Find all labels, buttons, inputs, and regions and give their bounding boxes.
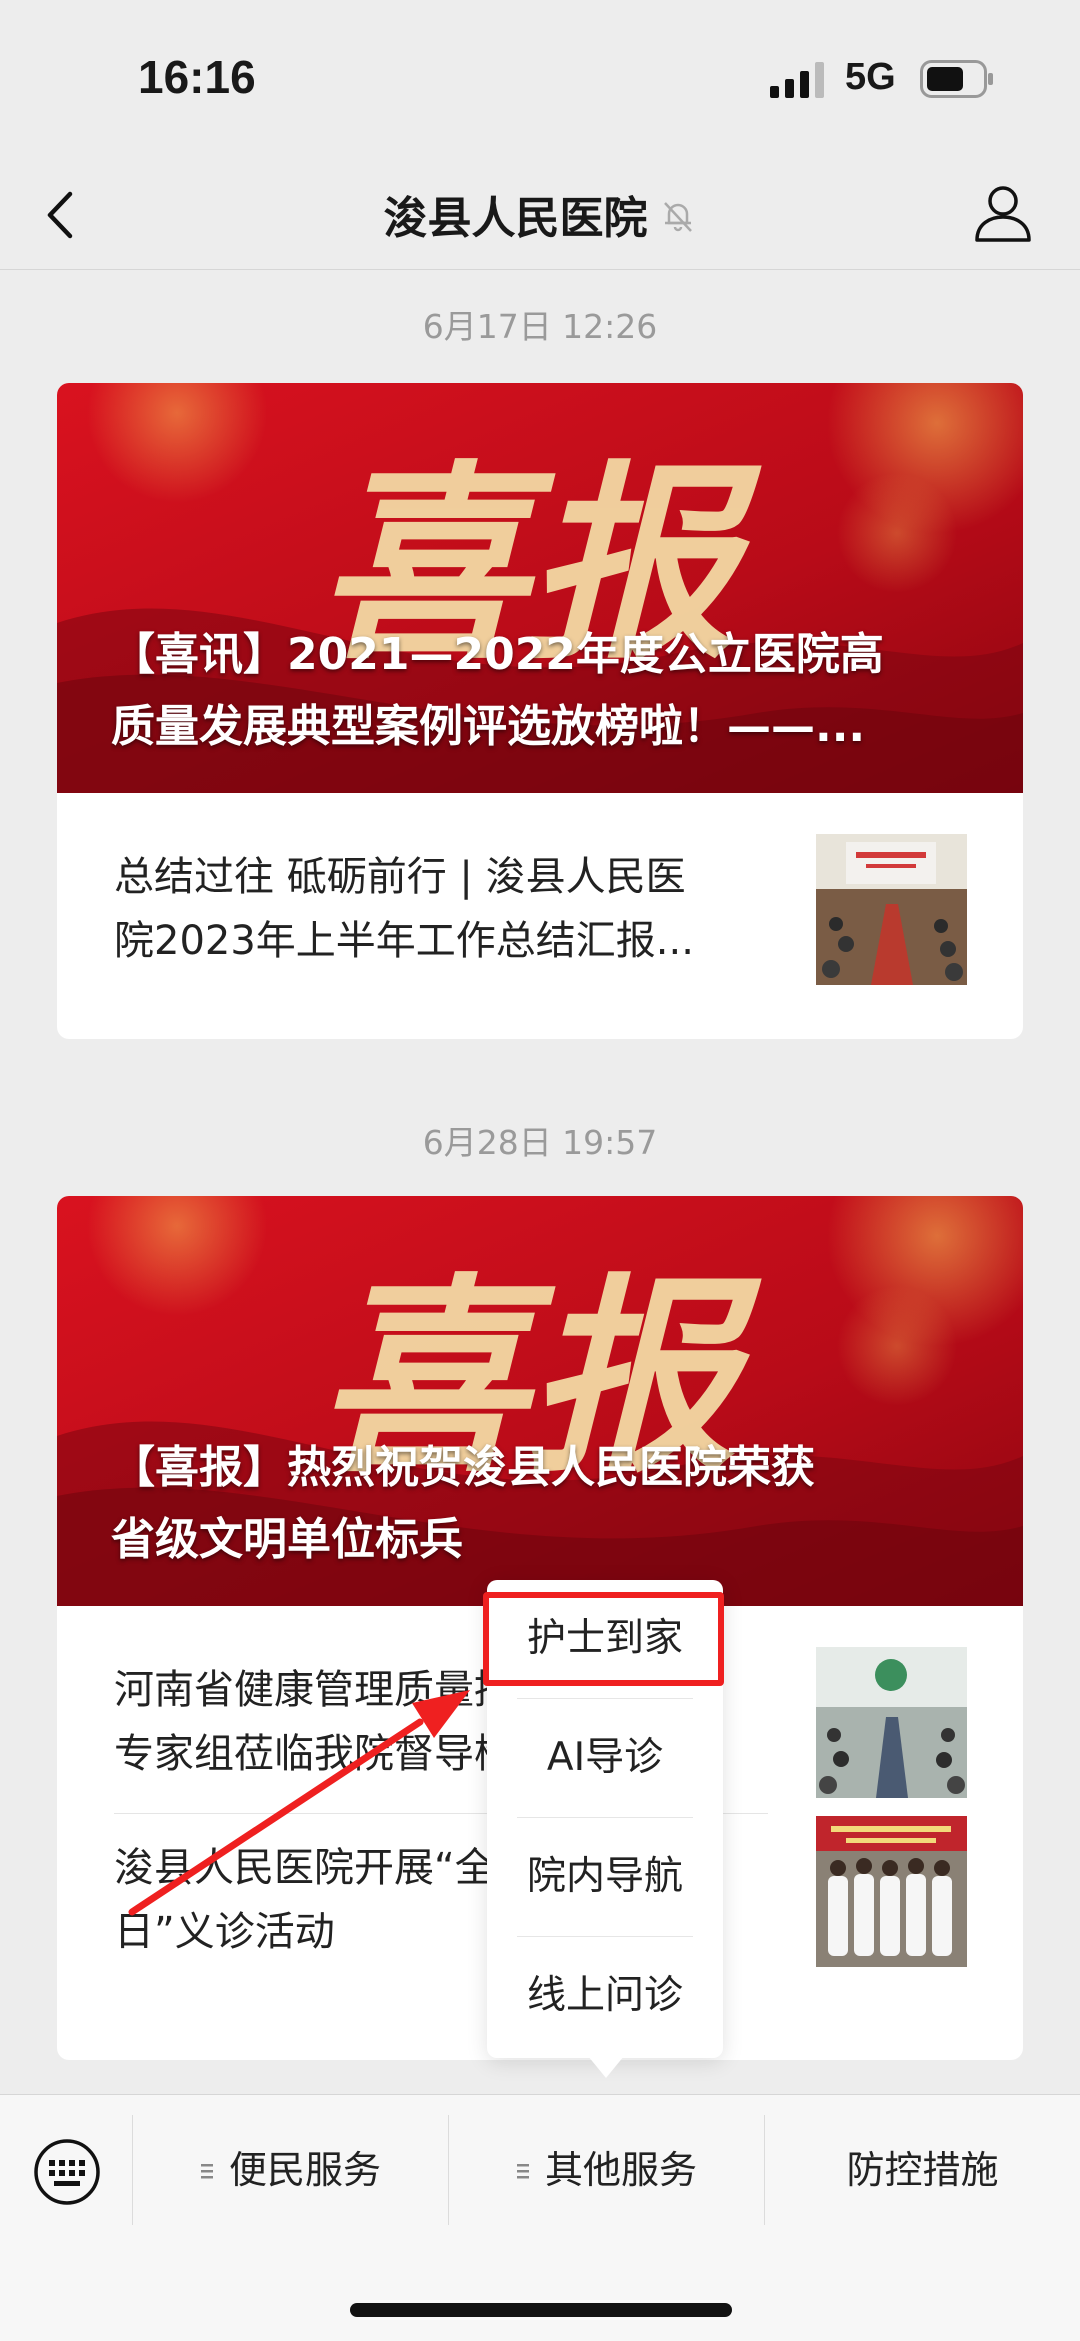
article-title: 总结过往 砥砺前行 | 浚县人民医 院2023年上半年工作总结汇报... [114, 854, 694, 964]
menu-item-nurse-home[interactable]: 护士到家 [487, 1580, 723, 1698]
article-thumbnail [816, 1816, 967, 1967]
signal-icon [770, 62, 824, 98]
popup-pointer [588, 2056, 624, 2078]
article-card: 喜报 【喜讯】2021—2022年度公立医院高 质量发展典型案例评选放榜啦！——… [57, 383, 1023, 1039]
message-timestamp: 6月28日 19:57 [422, 1123, 658, 1162]
menu-tab-other-services[interactable]: 其他服务 [449, 2105, 763, 2235]
article-thumbnail [816, 1647, 967, 1798]
banner-title: 【喜报】热烈祝贺浚县人民医院荣获 省级文明单位标兵 [111, 1442, 815, 1565]
banner-article[interactable]: 喜报 【喜报】热烈祝贺浚县人民医院荣获 省级文明单位标兵 [57, 1196, 1023, 1606]
menu-item-ai-triage[interactable]: AI导诊 [487, 1699, 723, 1817]
keyboard-icon[interactable] [32, 2137, 102, 2207]
nav-title-wrap: 浚县人民医院 [0, 182, 1080, 246]
nav-bar: 浚县人民医院 [0, 160, 1080, 270]
menu-item-hospital-navigation[interactable]: 院内导航 [487, 1818, 723, 1936]
submenu-popup: 护士到家 AI导诊 院内导航 线上问诊 [487, 1580, 723, 2058]
network-label: 5G [845, 56, 896, 98]
status-bar: 16:16 5G [0, 0, 1080, 160]
message-timestamp: 6月17日 12:26 [422, 307, 658, 346]
page-title: 浚县人民医院 [383, 193, 648, 244]
menu-tab-prevention-measures[interactable]: 防控措施 [765, 2105, 1080, 2235]
banner-title: 【喜讯】2021—2022年度公立医院高 质量发展典型案例评选放榜啦！——... [111, 629, 884, 752]
menu-tab-convenience-services[interactable]: 便民服务 [133, 2105, 447, 2235]
article-thumbnail [816, 834, 967, 985]
article-row[interactable]: 总结过往 砥砺前行 | 浚县人民医 院2023年上半年工作总结汇报... [57, 793, 1023, 1039]
status-time: 16:16 [138, 51, 256, 103]
menu-item-online-consult[interactable]: 线上问诊 [487, 1937, 723, 2055]
submenu-icon [516, 2164, 529, 2179]
battery-icon [920, 60, 993, 98]
profile-icon[interactable] [972, 180, 1034, 246]
submenu-icon [200, 2164, 213, 2179]
home-indicator[interactable] [350, 2303, 732, 2317]
banner-article[interactable]: 喜报 【喜讯】2021—2022年度公立医院高 质量发展典型案例评选放榜啦！——… [57, 383, 1023, 793]
mute-bell-icon [663, 202, 692, 232]
